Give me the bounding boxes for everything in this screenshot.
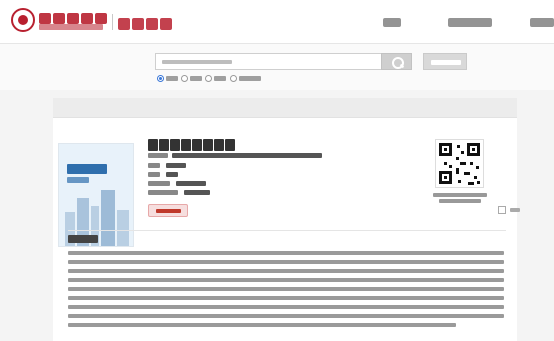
search-placeholder [162, 60, 232, 64]
qr-module [456, 168, 459, 174]
advanced-search-button[interactable] [423, 53, 467, 70]
university-logo[interactable] [11, 8, 107, 36]
qr-module [457, 145, 460, 148]
section-title-summary [68, 235, 98, 243]
qr-module [464, 172, 470, 175]
site-header [0, 0, 554, 44]
share-label[interactable] [510, 208, 520, 212]
share-icon[interactable] [498, 206, 506, 214]
epub-read-button[interactable] [148, 204, 188, 217]
summary-text-line [68, 278, 504, 282]
cover-building-art [101, 190, 115, 246]
qr-module [474, 176, 477, 179]
book-title [148, 136, 248, 151]
qr-module [460, 162, 466, 165]
logo-english-name [39, 24, 103, 30]
nav-item-help[interactable] [530, 18, 554, 27]
cover-subtitle-art [67, 177, 89, 183]
qr-module [461, 151, 464, 154]
section-divider [68, 230, 506, 231]
qr-finder-pattern [439, 143, 452, 156]
search-scope-radio-title[interactable] [157, 75, 164, 82]
meta-key-pages [148, 172, 160, 177]
qr-finder-pattern [439, 171, 452, 184]
search-scope-radio-toc[interactable] [205, 75, 212, 82]
summary-text-line [68, 251, 504, 255]
qr-module [476, 166, 479, 169]
site-name [118, 15, 174, 30]
summary-text-line [68, 296, 504, 300]
meta-value-publish-date [176, 181, 206, 186]
meta-value-subject [172, 153, 322, 158]
summary-text-line [68, 269, 504, 273]
search-input[interactable] [155, 53, 383, 70]
search-scope-radio-fulltext[interactable] [230, 75, 237, 82]
meta-key-classification [148, 190, 178, 195]
summary-text-line [68, 314, 504, 318]
content-top-strip [53, 98, 517, 118]
cover-title-art [67, 164, 107, 174]
search-scope-radio-author[interactable] [181, 75, 188, 82]
epub-read-label [156, 209, 181, 213]
summary-text-line [68, 323, 456, 327]
qr-code [435, 139, 484, 188]
qr-caption [439, 199, 481, 203]
search-scope-label-author [190, 76, 202, 81]
summary-text-line [68, 287, 504, 291]
qr-module [444, 162, 447, 165]
meta-key-subject [148, 153, 168, 158]
qr-module [477, 181, 480, 184]
nav-item-home[interactable] [383, 18, 401, 27]
search-button[interactable] [381, 53, 412, 70]
university-seal [11, 8, 35, 32]
qr-module [470, 162, 473, 165]
qr-finder-pattern [467, 143, 480, 156]
qr-module [456, 157, 459, 160]
meta-value-pages [166, 172, 178, 177]
meta-value-classification [184, 190, 210, 195]
qr-module [449, 165, 452, 168]
book-cover[interactable] [58, 143, 134, 247]
search-scope-label-fulltext [239, 76, 261, 81]
logo-wordmark [39, 9, 109, 24]
search-scope-label-title [166, 76, 178, 81]
header-divider [112, 14, 113, 30]
qr-module [468, 182, 474, 185]
advanced-search-label [431, 60, 461, 65]
qr-caption [433, 193, 487, 197]
qr-module [458, 180, 461, 183]
meta-key-publish-date [148, 181, 170, 186]
meta-key-author [148, 163, 160, 168]
nav-item-client-download[interactable] [448, 18, 492, 27]
search-scope-label-toc [214, 76, 226, 81]
meta-value-author [166, 163, 186, 168]
cover-building-art [117, 210, 129, 246]
summary-text-line [68, 260, 504, 264]
summary-text-line [68, 305, 504, 309]
